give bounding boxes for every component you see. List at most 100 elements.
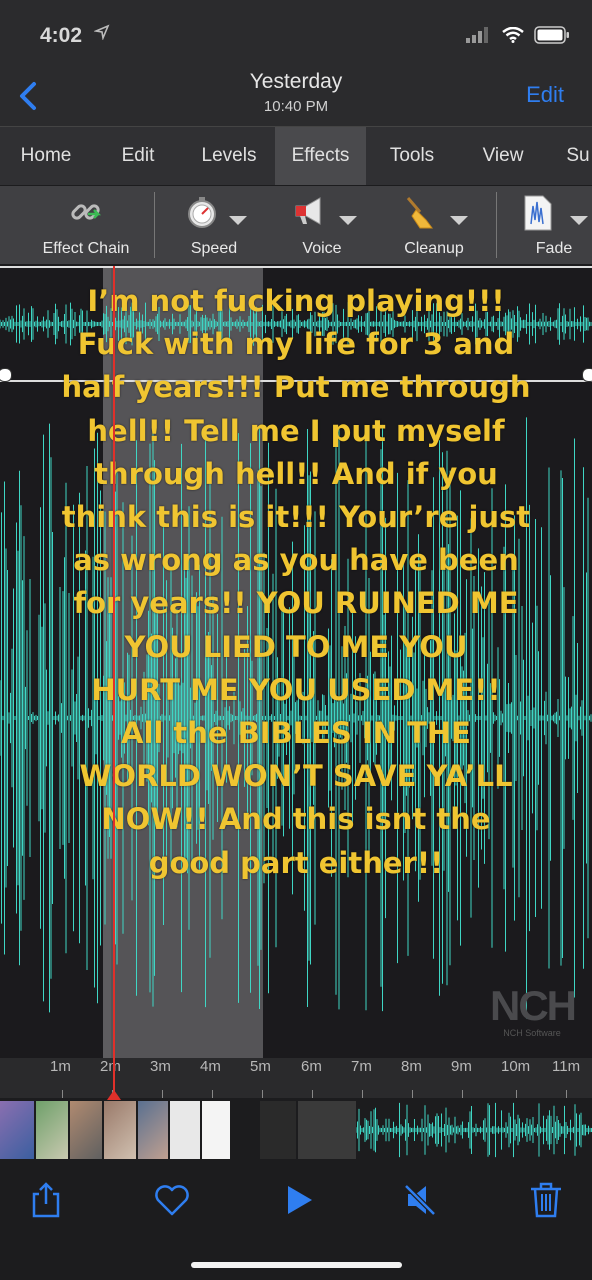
recording-time: 10:40 PM: [263, 98, 329, 115]
tick-mark: [62, 1090, 63, 1098]
toolbar-divider: [496, 192, 497, 258]
effect-chain-button[interactable]: Effect Chain: [20, 186, 152, 264]
thumbnail-document[interactable]: [170, 1101, 200, 1159]
timeline-tick-label: 6m: [301, 1058, 322, 1075]
timeline-tick-label: 10m: [501, 1058, 531, 1075]
caption-line: I’m not fucking playing!!!: [87, 284, 505, 318]
broom-icon: [402, 194, 438, 235]
cellular-signal-icon: [466, 27, 492, 48]
delete-button[interactable]: [526, 1180, 566, 1220]
caption-line: as wrong as you have been: [73, 543, 519, 578]
home-indicator: [191, 1262, 402, 1268]
cleanup-label: Cleanup: [404, 240, 464, 257]
playhead-knob[interactable]: [107, 1090, 121, 1100]
tick-mark: [162, 1090, 163, 1098]
timeline-tick-label: 8m: [401, 1058, 422, 1075]
share-button[interactable]: [26, 1180, 66, 1220]
nch-watermark: NCH NCH Software: [490, 982, 577, 1039]
favorite-button[interactable]: [152, 1180, 192, 1220]
edit-button[interactable]: Edit: [526, 82, 564, 108]
play-button[interactable]: [280, 1180, 320, 1220]
play-icon: [288, 1186, 312, 1214]
caption-line: through hell!! And if you: [94, 456, 498, 491]
tab-view[interactable]: View: [458, 127, 548, 185]
caption-overlay: I’m not fucking playing!!! Fuck with my …: [60, 280, 532, 885]
cleanup-dropdown-icon[interactable]: [450, 216, 468, 225]
thumbnail-image[interactable]: [70, 1101, 102, 1159]
right-drag-handle[interactable]: [582, 368, 592, 382]
heart-icon: [155, 1185, 189, 1216]
tab-home[interactable]: Home: [0, 127, 92, 185]
tick-mark: [566, 1090, 567, 1098]
toolbar-divider: [154, 192, 155, 258]
megaphone-icon: [290, 194, 330, 235]
tab-levels[interactable]: Levels: [184, 127, 274, 185]
speed-label: Speed: [190, 240, 238, 257]
voice-button[interactable]: Voice: [276, 186, 368, 264]
trash-icon: [531, 1182, 561, 1218]
tick-mark: [516, 1090, 517, 1098]
thumbnail-strip[interactable]: [0, 1098, 592, 1162]
tab-edit[interactable]: Edit: [92, 127, 184, 185]
timeline-tick-label: 11m: [552, 1058, 581, 1075]
mute-button[interactable]: [400, 1180, 440, 1220]
tick-mark: [362, 1090, 363, 1098]
caption-line: for years!! YOU RUINED ME: [73, 586, 519, 621]
cleanup-button[interactable]: Cleanup: [386, 186, 482, 264]
tab-tools[interactable]: Tools: [366, 127, 458, 185]
caption-line: HURT ME YOU USED ME!!: [91, 672, 501, 707]
thumbnail-waveform: [356, 1102, 592, 1158]
status-indicators: [466, 26, 570, 49]
caption-line: half years!!! Put me through: [61, 370, 531, 405]
fade-button[interactable]: Fade: [510, 186, 592, 264]
effects-toolbar: Effect Chain Speed Voice Cleanup Fade: [0, 186, 592, 264]
thumbnail-screenshot[interactable]: [260, 1101, 296, 1159]
left-drag-handle[interactable]: [0, 368, 12, 382]
caption-line: All the BIBLES IN THE: [121, 716, 471, 751]
speed-button[interactable]: Speed: [166, 186, 262, 264]
timeline-tick-label: 2m: [100, 1058, 121, 1075]
voice-dropdown-icon[interactable]: [339, 216, 357, 225]
wifi-icon: [502, 26, 524, 48]
thumbnail-image[interactable]: [138, 1101, 168, 1159]
watermark-logo: NCH: [490, 982, 577, 1029]
caption-line: think this is it!!! Your’re just: [61, 500, 531, 535]
timeline-tick-label: 5m: [250, 1058, 271, 1075]
stopwatch-icon: [184, 194, 220, 235]
tick-mark: [312, 1090, 313, 1098]
thumbnail-image[interactable]: [0, 1101, 34, 1159]
location-arrow-icon: [93, 24, 110, 45]
timeline-tick-label: 1m: [50, 1058, 71, 1075]
speaker-mute-icon: [404, 1184, 436, 1216]
status-time: 4:02: [40, 24, 83, 47]
caption-line: good part either!!: [148, 845, 444, 880]
navigation-bar: Yesterday 10:40 PM Edit: [0, 70, 592, 127]
voice-label: Voice: [302, 240, 342, 257]
status-bar: 4:02: [0, 0, 592, 70]
timeline-ruler[interactable]: 1m 2m 3m 4m 5m 6m 7m 8m 9m 10m 11m: [0, 1058, 592, 1098]
thumbnail-image[interactable]: [36, 1101, 68, 1159]
battery-icon: [534, 26, 570, 49]
thumbnail-screenshot[interactable]: [298, 1101, 356, 1159]
watermark-text: NCH Software: [503, 1028, 561, 1038]
fade-document-icon: [523, 194, 553, 237]
tab-suite[interactable]: Su: [548, 127, 592, 185]
caption-line: WORLD WON’T SAVE YA’LL: [79, 759, 513, 794]
effect-chain-label: Effect Chain: [42, 240, 130, 257]
caption-line: hell!! Tell me I put myself: [87, 413, 505, 448]
playhead-cursor[interactable]: [113, 266, 115, 1096]
recording-title: Yesterday: [249, 70, 343, 93]
tick-mark: [262, 1090, 263, 1098]
share-icon: [32, 1182, 60, 1218]
tick-mark: [212, 1090, 213, 1098]
thumbnail-document[interactable]: [202, 1101, 230, 1159]
caption-line: YOU LIED TO ME YOU: [124, 629, 468, 664]
speed-dropdown-icon[interactable]: [229, 216, 247, 225]
tick-mark: [412, 1090, 413, 1098]
thumbnail-image[interactable]: [104, 1101, 136, 1159]
caption-line: NOW!! And this isnt the: [101, 802, 491, 837]
tab-effects[interactable]: Effects: [275, 127, 366, 185]
tick-mark: [462, 1090, 463, 1098]
timeline-tick-label: 7m: [351, 1058, 372, 1075]
fade-dropdown-icon[interactable]: [570, 216, 588, 225]
